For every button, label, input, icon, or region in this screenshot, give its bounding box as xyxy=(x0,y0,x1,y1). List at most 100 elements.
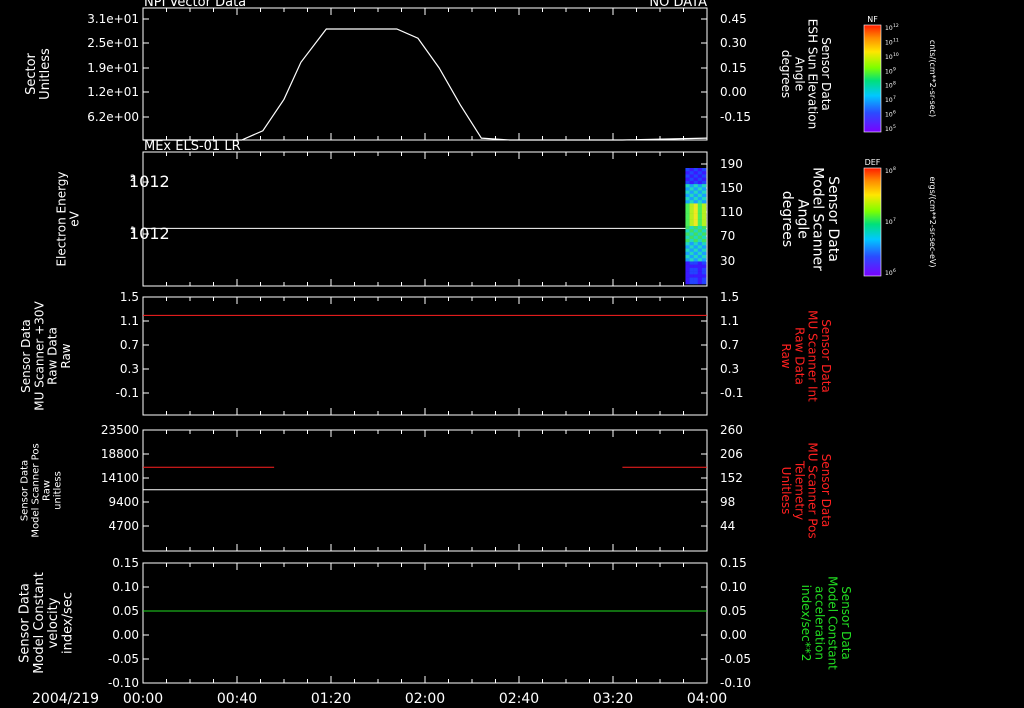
colorbar-tick-label: 10 xyxy=(885,168,893,175)
heatmap-cell xyxy=(693,197,699,201)
heatmap-cell xyxy=(689,171,694,175)
y-tick-label-left: 9400 xyxy=(108,495,139,509)
heatmap-cell xyxy=(685,168,690,172)
colorbar-def: DEF10 810 710 6ergs/(cm**2-sr-sec-eV) xyxy=(863,158,937,277)
series-line xyxy=(143,28,708,141)
y-tick-label-right: 1.1 xyxy=(720,314,739,328)
heatmap-cell xyxy=(697,248,703,253)
y-tick-label-left: 0.15 xyxy=(112,556,139,570)
heatmap-cell xyxy=(701,245,707,249)
heatmap-cell xyxy=(685,258,690,262)
heatmap-cell xyxy=(685,177,690,182)
heatmap-cell xyxy=(693,258,699,262)
panel-5: 0.15 0.10 0.05 0.00 -0.05 -0.10 0.15 0.10 0.05 0.… xyxy=(18,556,853,690)
heatmap-cell xyxy=(697,245,703,249)
y-tick-label-left: 1.1 xyxy=(120,314,139,328)
colorbar-tick-label: 10 xyxy=(885,54,893,61)
left-axis-label: Electron EnergyeV xyxy=(54,171,81,266)
heatmap-cell xyxy=(693,168,699,172)
heatmap-cell xyxy=(693,245,699,249)
heatmap-cell xyxy=(701,193,707,198)
colorbar-tick-label: 10 xyxy=(885,97,893,104)
heatmap-cell xyxy=(697,238,703,243)
heatmap-cell xyxy=(689,206,694,211)
y-tick-label-left: 0.00 xyxy=(112,628,139,642)
y-tick-label-right: 206 xyxy=(720,447,743,461)
heatmap-cell xyxy=(697,267,703,272)
[object SVGGElement]: 1012 xyxy=(129,172,170,191)
heatmap-cell xyxy=(701,171,707,175)
colorbar-tick-exponent: 9 xyxy=(893,66,896,72)
y-tick-label-left: 0.10 xyxy=(112,580,139,594)
colorbar-tick-label: 10 xyxy=(885,39,893,46)
colorbar-tick-label: 10 xyxy=(885,219,893,226)
heatmap-cell xyxy=(689,274,694,278)
heatmap-cell xyxy=(685,203,690,207)
heatmap-cell xyxy=(697,264,703,269)
heatmap-cell xyxy=(693,216,699,220)
heatmap-cell xyxy=(697,229,703,233)
heatmap-cell xyxy=(693,242,699,246)
heatmap-cell xyxy=(693,219,699,224)
heatmap-cell xyxy=(701,274,707,278)
heatmap-cell xyxy=(693,238,699,243)
heatmap-cell xyxy=(701,216,707,220)
heatmap-cell xyxy=(689,245,694,249)
colorbar-tick-exponent: 5 xyxy=(893,124,896,130)
colorbar-scale xyxy=(863,167,882,277)
heatmap-cell xyxy=(697,280,703,285)
heatmap-cell xyxy=(701,277,707,282)
heatmap-cell xyxy=(697,261,703,265)
heatmap-cell xyxy=(701,174,707,178)
heatmap-cell xyxy=(689,168,694,172)
heatmap-cell xyxy=(685,222,690,227)
heatmap-cell xyxy=(701,258,707,262)
heatmap-cell xyxy=(697,274,703,278)
x-tick-label: 02:40 xyxy=(499,691,539,707)
heatmap-cell xyxy=(685,271,690,275)
heatmap-cell xyxy=(697,168,703,172)
heatmap-cell xyxy=(685,248,690,253)
heatmap-cell xyxy=(697,177,703,182)
y-tick-label-left: 1.9e+01 xyxy=(87,61,139,75)
left-axis-label: SectorUnitless xyxy=(24,48,53,100)
heatmap-cell xyxy=(697,197,703,201)
heatmap-cell xyxy=(685,242,690,246)
heatmap-cell xyxy=(685,174,690,178)
heatmap-cell xyxy=(701,197,707,201)
heatmap-cell xyxy=(685,226,690,230)
heatmap-cell xyxy=(689,229,694,233)
heatmap-cell xyxy=(685,180,690,185)
heatmap-cell xyxy=(689,264,694,269)
x-tick-label: 01:20 xyxy=(311,691,351,707)
heatmap-cell xyxy=(689,187,694,191)
y-tick-label-left: 4700 xyxy=(108,519,139,533)
heatmap-cell xyxy=(693,190,699,195)
heatmap-cell xyxy=(701,251,707,256)
heatmap-cell xyxy=(701,184,707,188)
heatmap-cell xyxy=(685,238,690,243)
heatmap-cell xyxy=(685,184,690,188)
colorbar-tick-label: 10 xyxy=(885,83,893,90)
heatmap-cell xyxy=(697,193,703,198)
heatmap-cell xyxy=(693,229,699,233)
heatmap-cell xyxy=(693,280,699,285)
heatmap-cell xyxy=(701,232,707,236)
heatmap-cell xyxy=(701,255,707,259)
heatmap-cell xyxy=(693,235,699,240)
heatmap-cell xyxy=(685,255,690,259)
heatmap-cell xyxy=(697,187,703,191)
y-tick-label-right: 44 xyxy=(720,519,735,533)
y-tick-label-right: 0.45 xyxy=(720,12,747,26)
colorbar-tick-exponent: 6 xyxy=(893,110,896,116)
panel-title: MEx ELS-01 LR xyxy=(144,139,241,154)
x-tick-label: 03:20 xyxy=(593,691,633,707)
right-axis-label: Sensor DataModel Constantaccelerationind… xyxy=(799,576,853,670)
heatmap-cell xyxy=(693,171,699,175)
heatmap-cell xyxy=(701,261,707,265)
y-tick-label-left: 3.1e+01 xyxy=(87,12,139,26)
heatmap-cell xyxy=(693,274,699,278)
y-tick-label-right: 0.7 xyxy=(720,338,739,352)
y-tick-label-right: 70 xyxy=(720,229,735,243)
y-tick-label-left: 0.7 xyxy=(120,338,139,352)
